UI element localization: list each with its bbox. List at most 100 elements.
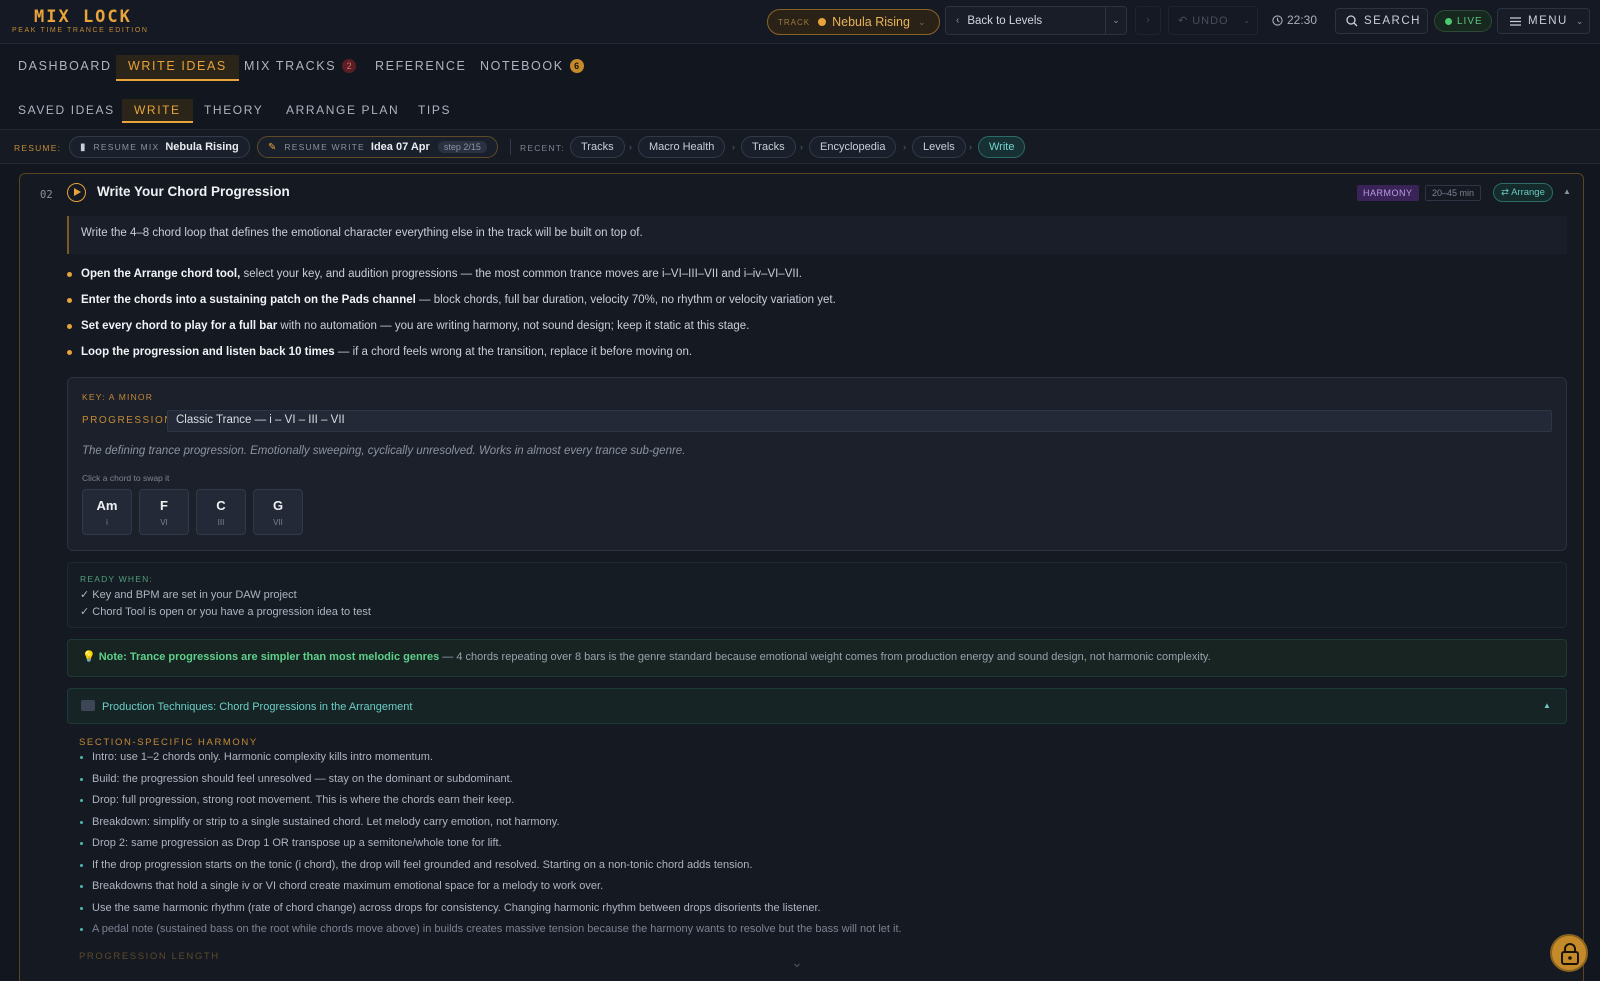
recent-chip-tracks[interactable]: Tracks <box>570 136 625 158</box>
production-techniques-toggle[interactable]: Production Techniques: Chord Progression… <box>67 688 1567 724</box>
play-icon[interactable] <box>67 183 86 202</box>
progression-label: PROGRESSION <box>82 415 173 426</box>
tab-mix-tracks[interactable]: MIX TRACKS 2 <box>232 55 368 81</box>
back-to-levels-button[interactable]: ‹ Back to Levels <box>946 7 1106 34</box>
divider <box>510 139 511 155</box>
instruction-bold: Open the Arrange chord tool, <box>81 268 241 280</box>
tab-label: WRITE IDEAS <box>128 59 227 73</box>
subtab-write[interactable]: WRITE <box>122 99 193 123</box>
scroll-down-icon[interactable]: ⌄ <box>791 954 815 970</box>
resume-mix-chip[interactable]: ▮ RESUME MIX Nebula Rising <box>69 136 250 158</box>
undo-label: UNDO <box>1192 14 1229 27</box>
back-history-dropdown[interactable]: ⌄ <box>1106 15 1126 26</box>
subtab-saved-ideas[interactable]: SAVED IDEAS <box>6 99 127 123</box>
genre-note: 💡 Note: Trance progressions are simpler t… <box>67 639 1567 677</box>
recent-chip-write[interactable]: Write <box>978 136 1026 158</box>
resume-write-chip[interactable]: ✎ RESUME WRITE Idea 07 Apr step 2/15 <box>257 136 498 158</box>
tab-dashboard[interactable]: DASHBOARD <box>6 55 124 81</box>
track-selector[interactable]: TRACK Nebula Rising ⌄ <box>767 9 940 35</box>
duration-tag: 20–45 min <box>1425 185 1482 201</box>
undo-button[interactable]: ↶ UNDO ⌄ <box>1168 6 1258 35</box>
track-status-dot <box>818 18 827 26</box>
key-label: KEY: A MINOR <box>82 392 154 402</box>
clock-icon <box>1272 14 1283 26</box>
chord-roman: i <box>106 518 108 527</box>
tab-notebook[interactable]: NOTEBOOK 6 <box>468 55 596 81</box>
chord-name: Am <box>96 498 118 513</box>
chevron-left-icon: ‹ <box>956 15 960 26</box>
chord-button-c[interactable]: C III <box>196 489 246 535</box>
progression-select[interactable]: Classic Trance — i – VI – III – VII <box>167 410 1552 432</box>
list-item: Breakdowns that hold a single iv or VI c… <box>79 878 1559 900</box>
list-item: Build: the progression should feel unres… <box>79 771 1559 793</box>
step-title: Write Your Chord Progression <box>97 184 290 199</box>
subtab-label: WRITE <box>134 103 181 117</box>
document-icon: ▮ <box>80 141 86 153</box>
arrange-link-button[interactable]: ⇄ Arrange <box>1493 183 1553 202</box>
ready-when-box: READY WHEN: ✓ Key and BPM are set in you… <box>67 562 1567 628</box>
forward-button[interactable]: › <box>1135 6 1161 35</box>
instruction-item: Set every chord to play for a full bar w… <box>67 318 1567 344</box>
harmony-list: Intro: use 1–2 chords only. Harmonic com… <box>79 749 1559 943</box>
menu-button[interactable]: MENU ⌄ <box>1497 8 1590 34</box>
recent-chip-label: Encyclopedia <box>820 141 886 153</box>
step-number: 02 <box>40 189 53 201</box>
chevron-down-icon[interactable]: ⌄ <box>1243 16 1251 25</box>
recent-chip-encyclopedia[interactable]: Encyclopedia <box>809 136 897 158</box>
list-item: A pedal note (sustained bass on the root… <box>79 921 1559 943</box>
resume-step-badge: step 2/15 <box>437 141 487 153</box>
top-bar: MIX LOCK PEAK TIME TRANCE EDITION TRACK … <box>0 0 1600 44</box>
chevron-down-icon: ⌄ <box>1575 15 1585 26</box>
instruction-item: Open the Arrange chord tool, select your… <box>67 266 1567 292</box>
note-highlight: Note: Trance progressions are simpler th… <box>98 651 440 663</box>
subtab-theory[interactable]: THEORY <box>192 99 275 123</box>
chord-name: G <box>272 498 284 513</box>
subtab-arrange-plan[interactable]: ARRANGE PLAN <box>274 99 411 123</box>
search-button[interactable]: SEARCH <box>1335 8 1428 34</box>
undo-icon: ↶ <box>1178 15 1189 27</box>
live-status-badge[interactable]: LIVE <box>1434 10 1492 32</box>
step-card: 02 Write Your Chord Progression HARMONY … <box>19 173 1584 981</box>
recent-chip-macro-health[interactable]: Macro Health <box>638 136 726 158</box>
recent-chip-label: Macro Health <box>649 141 715 153</box>
resume-mix-small: RESUME MIX <box>93 142 160 152</box>
resume-label: RESUME: <box>14 143 62 153</box>
chord-name: F <box>160 498 168 513</box>
track-label: TRACK <box>778 17 811 27</box>
chord-button-am[interactable]: Am i <box>82 489 132 535</box>
app-logo[interactable]: MIX LOCK PEAK TIME TRANCE EDITION <box>12 8 149 34</box>
live-label: LIVE <box>1457 15 1483 27</box>
sub-tabs: SAVED IDEAS WRITE THEORY ARRANGE PLAN TI… <box>0 90 1600 130</box>
instruction-text: select your key, and audition progressio… <box>240 268 802 280</box>
list-item: Intro: use 1–2 chords only. Harmonic com… <box>79 749 1559 771</box>
recent-chip-tracks-2[interactable]: Tracks <box>741 136 796 158</box>
instruction-bold: Set every chord to play for a full bar <box>81 320 278 332</box>
chevron-right-icon: › <box>800 142 803 152</box>
chord-swap-hint: Click a chord to swap it <box>82 473 170 483</box>
list-item: Drop 2: same progression as Drop 1 OR tr… <box>79 835 1559 857</box>
subtab-label: TIPS <box>418 103 452 117</box>
instruction-text: with no automation — you are writing har… <box>277 320 750 332</box>
instruction-item: Enter the chords into a sustaining patch… <box>67 292 1567 318</box>
subtab-label: ARRANGE PLAN <box>286 103 400 117</box>
film-icon <box>81 700 95 711</box>
chord-roman: VII <box>273 518 283 527</box>
lock-button[interactable] <box>1550 934 1588 972</box>
instruction-bold: Enter the chords into a sustaining patch… <box>81 294 416 306</box>
chord-button-f[interactable]: F VI <box>139 489 189 535</box>
track-value: Nebula Rising <box>832 15 910 29</box>
chevron-down-icon: ⌄ <box>917 16 926 27</box>
back-nav: ‹ Back to Levels ⌄ <box>945 6 1127 35</box>
search-label: SEARCH <box>1364 15 1421 27</box>
progression-panel: KEY: A MINOR PROGRESSION Classic Trance … <box>67 377 1567 551</box>
tab-reference[interactable]: REFERENCE <box>363 55 479 81</box>
menu-label: MENU <box>1528 15 1568 27</box>
subtab-tips[interactable]: TIPS <box>406 99 463 123</box>
collapse-icon[interactable]: ▲ <box>1563 187 1571 196</box>
tab-label: REFERENCE <box>375 59 467 73</box>
chevron-right-icon: › <box>903 142 906 152</box>
resume-bar: RESUME: ▮ RESUME MIX Nebula Rising ✎ RES… <box>0 130 1600 164</box>
recent-chip-levels[interactable]: Levels <box>912 136 966 158</box>
tab-write-ideas[interactable]: WRITE IDEAS <box>116 55 239 81</box>
chord-button-g[interactable]: G VII <box>253 489 303 535</box>
